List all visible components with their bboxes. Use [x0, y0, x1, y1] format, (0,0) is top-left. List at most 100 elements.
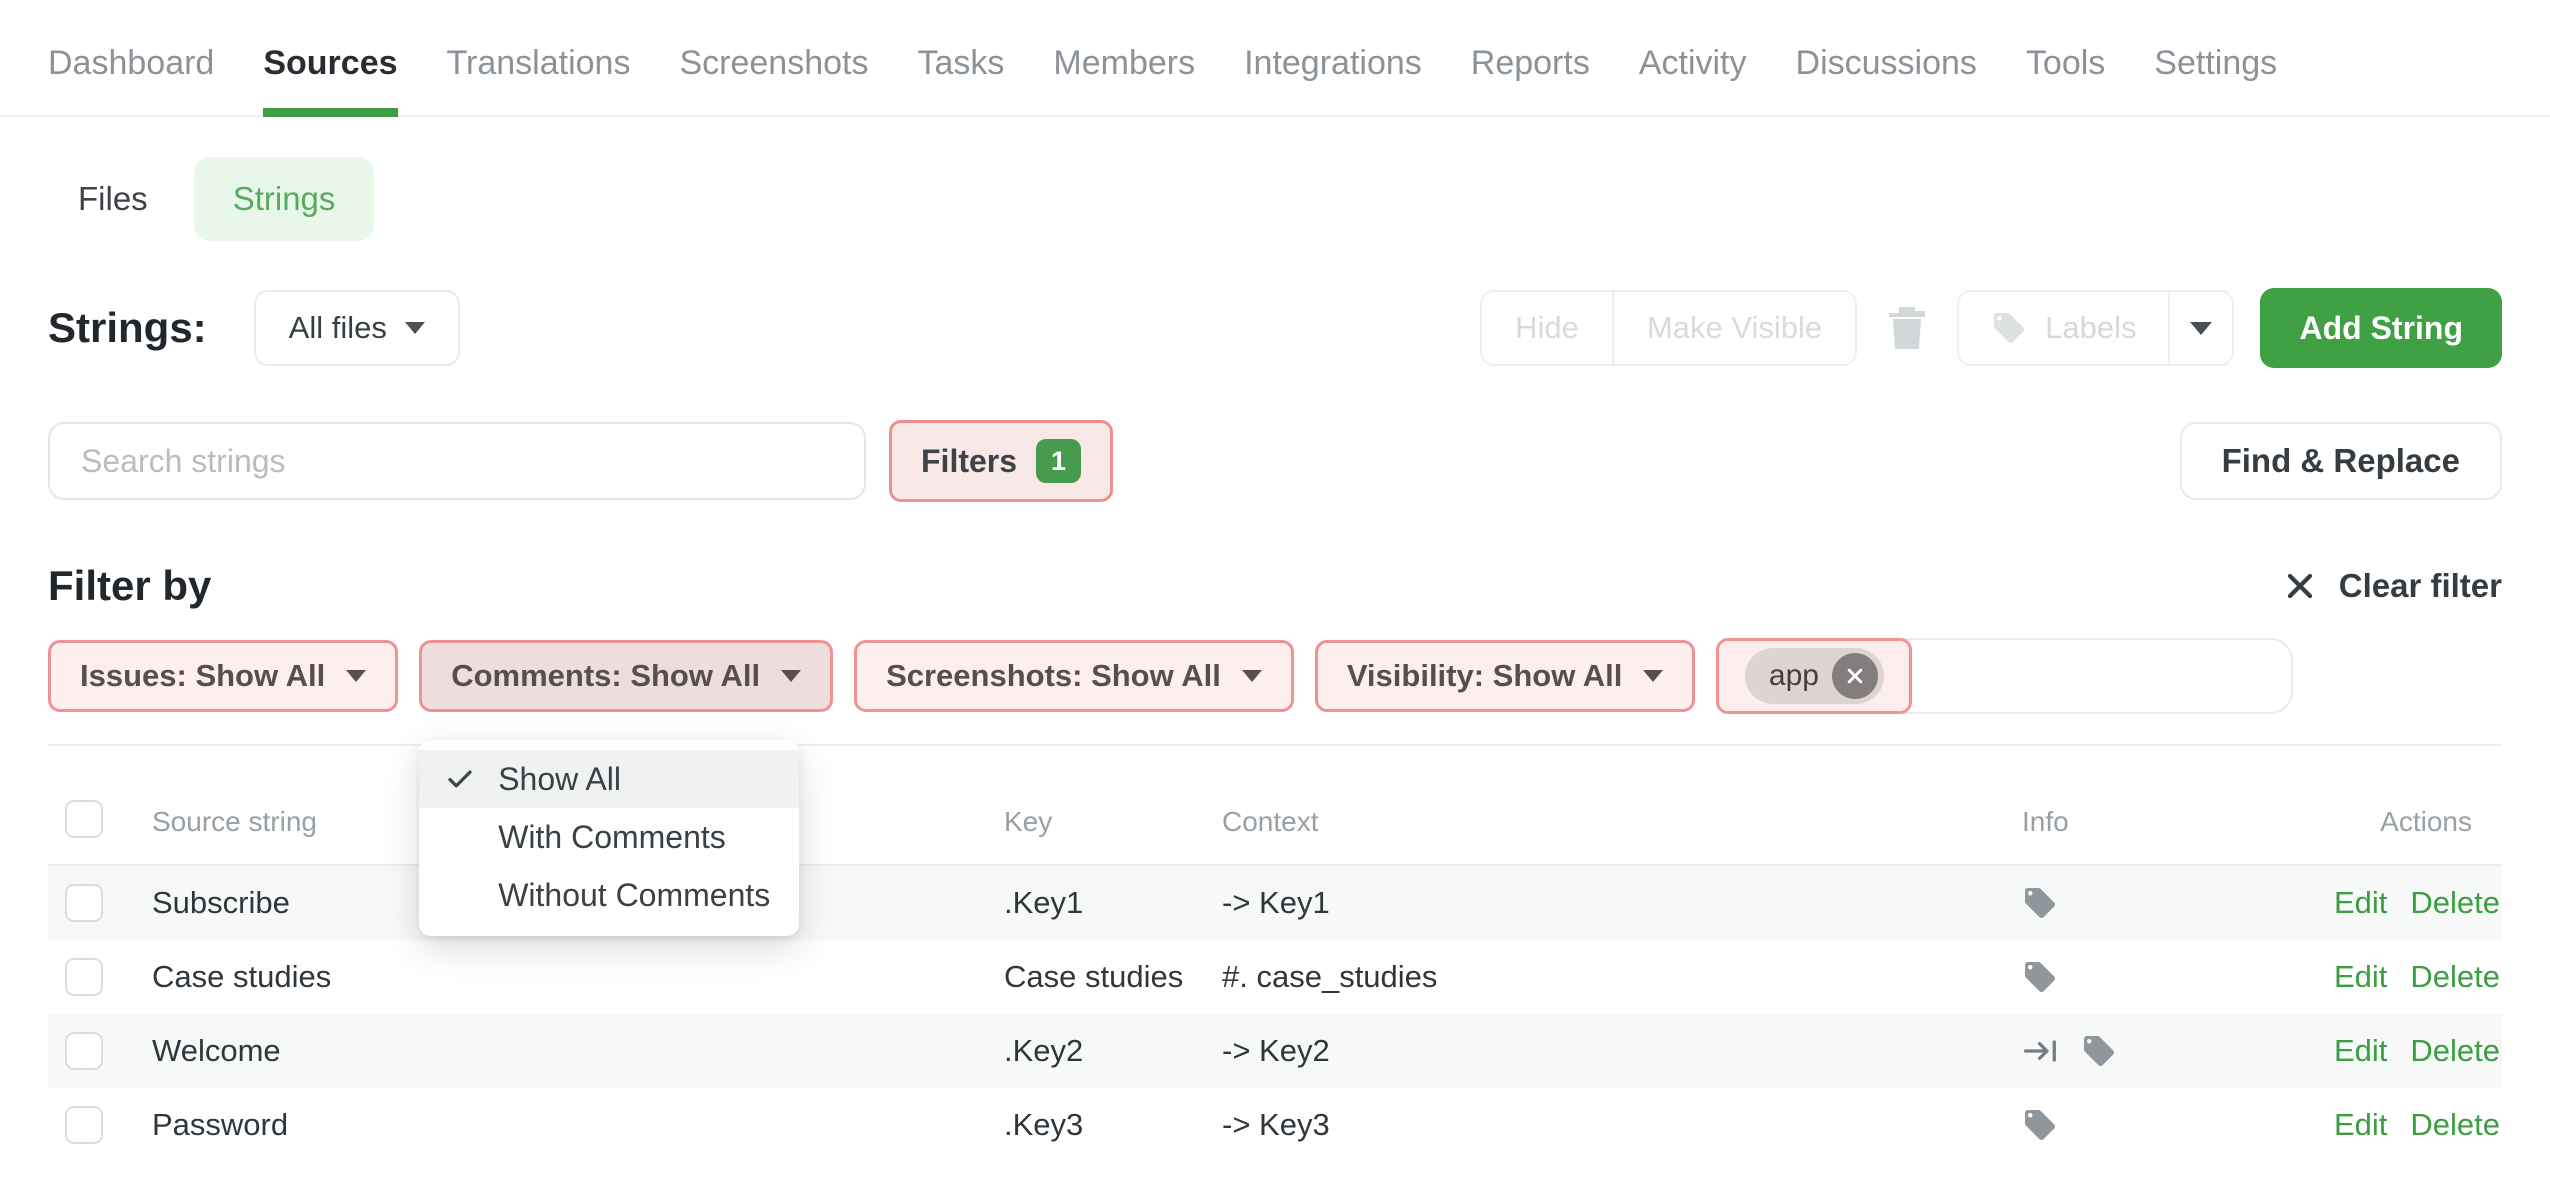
- menu-item-show-all[interactable]: Show All: [419, 750, 799, 808]
- search-input[interactable]: [48, 422, 866, 500]
- delete-link[interactable]: Delete: [2410, 1107, 2500, 1143]
- filters-button-label: Filters: [921, 443, 1017, 480]
- menu-item-label: Show All: [498, 761, 621, 798]
- make-visible-button[interactable]: Make Visible: [1612, 292, 1855, 364]
- labels-dropdown-toggle[interactable]: [2168, 292, 2232, 364]
- cell-source: Case studies: [152, 959, 1004, 995]
- menu-item-with-comments[interactable]: With Comments: [419, 808, 799, 866]
- top-navigation: Dashboard Sources Translations Screensho…: [0, 0, 2550, 117]
- nav-item-settings[interactable]: Settings: [2154, 44, 2277, 115]
- edit-link[interactable]: Edit: [2334, 1033, 2387, 1069]
- cell-context: #. case_studies: [1222, 959, 2022, 995]
- tab-strings[interactable]: Strings: [194, 157, 375, 241]
- nav-item-members[interactable]: Members: [1053, 44, 1195, 115]
- header-actions: Actions: [2332, 806, 2502, 838]
- chevron-down-icon: [346, 670, 366, 682]
- nav-item-tools[interactable]: Tools: [2026, 44, 2105, 115]
- tab-files[interactable]: Files: [48, 180, 178, 218]
- nav-item-discussions[interactable]: Discussions: [1796, 44, 1977, 115]
- header-checkbox-cell: [48, 800, 152, 838]
- table-row: Welcome .Key2 -> Key2 Edit Delete: [48, 1014, 2502, 1088]
- find-replace-button[interactable]: Find & Replace: [2180, 422, 2502, 500]
- tag-icon: [2081, 1033, 2117, 1069]
- menu-item-without-comments[interactable]: Without Comments: [419, 866, 799, 924]
- table-row: Case studies Case studies #. case_studie…: [48, 940, 2502, 1014]
- filter-issues-dropdown[interactable]: Issues: Show All: [48, 640, 398, 712]
- cell-context: -> Key2: [1222, 1033, 2022, 1069]
- menu-item-label: With Comments: [498, 819, 726, 856]
- close-icon: [2285, 571, 2315, 601]
- filter-comments-wrap: Comments: Show All Show All With Comment…: [419, 640, 833, 712]
- hide-button[interactable]: Hide: [1482, 292, 1612, 364]
- edit-link[interactable]: Edit: [2334, 1107, 2387, 1143]
- filter-screenshots-label: Screenshots: Show All: [886, 658, 1221, 694]
- nav-item-activity[interactable]: Activity: [1639, 44, 1747, 115]
- delete-link[interactable]: Delete: [2410, 885, 2500, 921]
- cell-context: -> Key3: [1222, 1107, 2022, 1143]
- menu-item-label: Without Comments: [498, 877, 770, 914]
- row-checkbox[interactable]: [65, 1032, 103, 1070]
- edit-link[interactable]: Edit: [2334, 885, 2387, 921]
- labels-button[interactable]: Labels: [1959, 292, 2168, 364]
- chevron-down-icon: [2190, 322, 2212, 335]
- edit-link[interactable]: Edit: [2334, 959, 2387, 995]
- labels-filter-active-area: app: [1716, 638, 1912, 714]
- filter-by-row: Filter by Clear filter: [48, 562, 2502, 610]
- filter-visibility-label: Visibility: Show All: [1347, 658, 1623, 694]
- tag-icon: [2022, 1107, 2058, 1143]
- nav-item-translations[interactable]: Translations: [447, 44, 631, 115]
- cell-info: [2022, 1033, 2332, 1069]
- labels-filter-field: app: [1716, 638, 2293, 714]
- tag-icon: [1991, 310, 2027, 346]
- labels-button-group: Labels: [1957, 290, 2234, 366]
- select-all-checkbox[interactable]: [65, 800, 103, 838]
- filter-comments-dropdown[interactable]: Comments: Show All: [419, 640, 833, 712]
- row-checkbox[interactable]: [65, 884, 103, 922]
- cell-key: Case studies: [1004, 959, 1222, 995]
- cell-source: Welcome: [152, 1033, 1004, 1069]
- delete-strings-button[interactable]: [1887, 305, 1927, 351]
- chevron-down-icon: [1643, 670, 1663, 682]
- nav-item-dashboard[interactable]: Dashboard: [48, 44, 214, 115]
- header-info: Info: [2022, 806, 2332, 838]
- filters-button[interactable]: Filters 1: [889, 420, 1113, 502]
- comments-filter-menu: Show All With Comments Without Comments: [419, 740, 799, 936]
- filters-count-badge: 1: [1036, 439, 1081, 483]
- file-filter-dropdown[interactable]: All files: [254, 290, 460, 366]
- file-filter-value: All files: [289, 310, 387, 346]
- row-checkbox[interactable]: [65, 1106, 103, 1144]
- strings-header-row: Strings: All files Hide Make Visible Lab…: [48, 288, 2502, 368]
- clear-filter-label: Clear filter: [2339, 567, 2502, 605]
- filter-pills-row: Issues: Show All Comments: Show All Show…: [48, 638, 2502, 714]
- cell-key: .Key3: [1004, 1107, 1222, 1143]
- nav-item-sources[interactable]: Sources: [263, 44, 397, 115]
- table-header-row: Source string Key Context Info Actions: [48, 746, 2502, 866]
- label-chip-app: app: [1745, 648, 1884, 704]
- label-chip-text: app: [1769, 659, 1819, 693]
- nav-item-reports[interactable]: Reports: [1471, 44, 1590, 115]
- source-view-tabs: Files Strings: [48, 157, 2502, 241]
- filter-screenshots-dropdown[interactable]: Screenshots: Show All: [854, 640, 1294, 712]
- clear-filter-button[interactable]: Clear filter: [2285, 567, 2502, 605]
- strings-table: Source string Key Context Info Actions S…: [48, 746, 2502, 1162]
- delete-link[interactable]: Delete: [2410, 959, 2500, 995]
- chevron-down-icon: [781, 670, 801, 682]
- cell-info: [2022, 1107, 2332, 1143]
- search-row: Filters 1 Find & Replace: [48, 420, 2502, 502]
- nav-item-screenshots[interactable]: Screenshots: [679, 44, 868, 115]
- page-title: Strings:: [48, 304, 207, 352]
- remove-tag-icon[interactable]: [1832, 653, 1878, 699]
- filter-visibility-dropdown[interactable]: Visibility: Show All: [1315, 640, 1696, 712]
- nav-item-tasks[interactable]: Tasks: [917, 44, 1004, 115]
- row-checkbox[interactable]: [65, 958, 103, 996]
- tab-arrow-icon: [2022, 1033, 2062, 1069]
- labels-button-label: Labels: [2045, 310, 2136, 346]
- tag-icon: [2022, 885, 2058, 921]
- trash-icon: [1887, 305, 1927, 351]
- visibility-button-group: Hide Make Visible: [1480, 290, 1857, 366]
- nav-item-integrations[interactable]: Integrations: [1244, 44, 1422, 115]
- add-string-button[interactable]: Add String: [2260, 288, 2502, 368]
- cell-key: .Key1: [1004, 885, 1222, 921]
- delete-link[interactable]: Delete: [2410, 1033, 2500, 1069]
- table-row: Subscribe .Key1 -> Key1 Edit Delete: [48, 866, 2502, 940]
